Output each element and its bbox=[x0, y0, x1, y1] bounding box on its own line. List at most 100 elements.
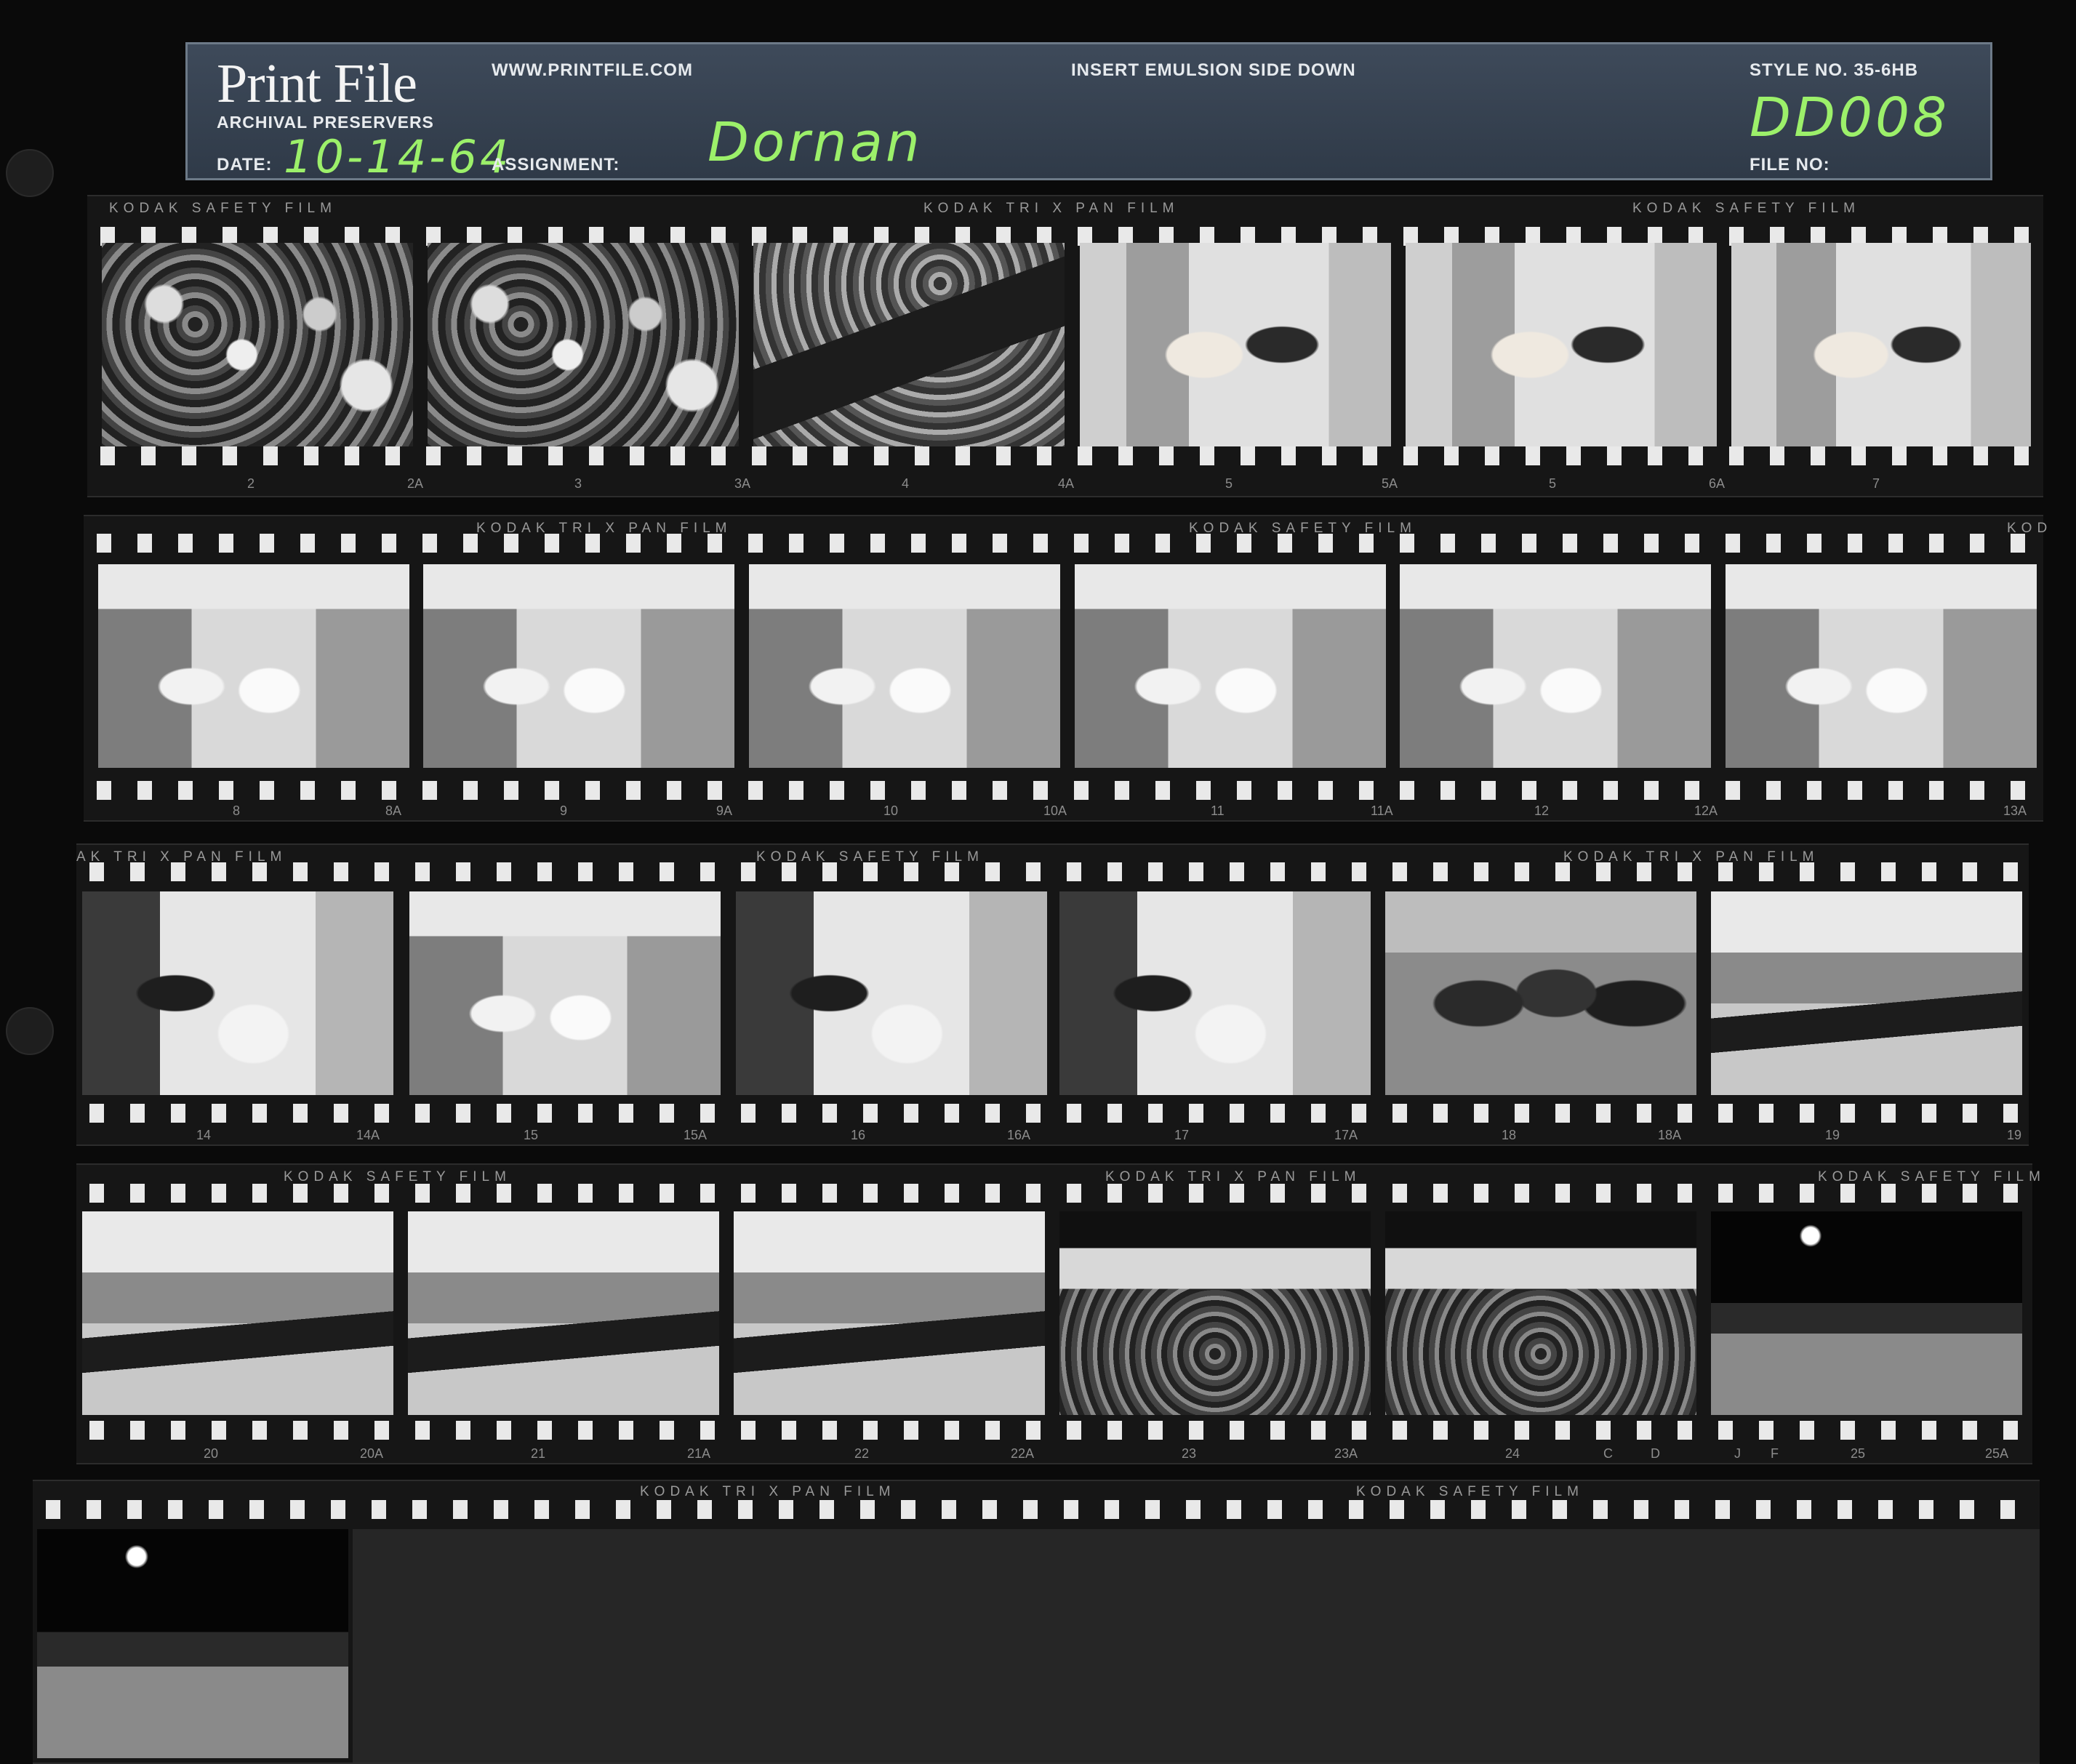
photo-frame bbox=[753, 243, 1065, 446]
printfile-header: Print File ARCHIVAL PRESERVERS WWW.PRINT… bbox=[185, 42, 1992, 183]
website-label: WWW.PRINTFILE.COM bbox=[492, 60, 693, 80]
sprocket-row bbox=[76, 1104, 2029, 1123]
photo-frame bbox=[1731, 243, 2031, 446]
frame-number: 22 bbox=[854, 1446, 870, 1461]
frame-number: 4 bbox=[902, 476, 910, 491]
frame-number: 19 bbox=[2007, 1128, 2022, 1142]
frame-number: 9A bbox=[716, 803, 733, 818]
frame-number: 5 bbox=[1225, 476, 1233, 491]
unexposed-film bbox=[353, 1529, 2040, 1763]
style-number: STYLE NO. 35-6HB bbox=[1750, 60, 1919, 80]
photo-frame bbox=[1080, 243, 1391, 446]
frame-number: 12 bbox=[1534, 803, 1550, 818]
frame-number: 24 bbox=[1505, 1446, 1520, 1461]
frame-number: 25A bbox=[1985, 1446, 2009, 1461]
frame-number: 23A bbox=[1334, 1446, 1358, 1461]
frame-number: 11A bbox=[1371, 803, 1393, 818]
frame-number: 17A bbox=[1334, 1128, 1358, 1142]
edge-print: KODAK TRI X PAN FILM bbox=[923, 201, 1179, 216]
emulsion-instruction: INSERT EMULSION SIDE DOWN bbox=[1071, 60, 1356, 80]
photo-frame bbox=[734, 1211, 1045, 1415]
frame-number: 18A bbox=[1658, 1128, 1682, 1142]
logo-text: Print File bbox=[217, 53, 417, 114]
edge-print: AK TRI X PAN FILM bbox=[76, 849, 287, 865]
photo-frame bbox=[409, 891, 721, 1095]
frame-number: 5A bbox=[1382, 476, 1398, 491]
sprocket-row bbox=[76, 1184, 2032, 1203]
photo-frame bbox=[428, 243, 739, 446]
photo-frame bbox=[1059, 1211, 1371, 1415]
frame-number: 15 bbox=[524, 1128, 539, 1142]
frame-number: 22A bbox=[1011, 1446, 1035, 1461]
frame-number: 21 bbox=[531, 1446, 546, 1461]
frame-number: 2 bbox=[247, 476, 255, 491]
photo-frame bbox=[1711, 1211, 2022, 1415]
frame-number: C bbox=[1603, 1446, 1613, 1461]
edge-print: KODAK TRI X PAN FILM bbox=[1563, 849, 1819, 865]
frame-number: 12A bbox=[1694, 803, 1718, 818]
photo-frame bbox=[1711, 891, 2022, 1095]
frame-number: J bbox=[1734, 1446, 1741, 1461]
photo-frame bbox=[749, 564, 1060, 768]
date-value: 10-14-64 bbox=[284, 130, 512, 183]
sprocket-row bbox=[33, 1500, 2040, 1519]
frame-number: 13A bbox=[2003, 803, 2027, 818]
photo-frame bbox=[1385, 891, 1696, 1095]
sprocket-row bbox=[76, 1421, 2032, 1440]
photo-frame bbox=[1385, 1211, 1696, 1415]
edge-print: KODAK TRI X PAN FILM bbox=[640, 1484, 896, 1499]
binder-hole bbox=[6, 149, 54, 197]
film-strip-3: AK TRI X PAN FILM KODAK SAFETY FILM KODA… bbox=[76, 843, 2029, 1146]
photo-frame bbox=[82, 1211, 393, 1415]
assignment-label: ASSIGNMENT: bbox=[492, 155, 620, 175]
printfile-logo: Print File ARCHIVAL PRESERVERS bbox=[217, 56, 434, 132]
photo-frame bbox=[1400, 564, 1711, 768]
frame-number: 16 bbox=[851, 1128, 866, 1142]
frame-number: 11 bbox=[1211, 803, 1225, 818]
frame-number: 16A bbox=[1007, 1128, 1031, 1142]
edge-print: KODAK SAFETY FILM bbox=[284, 1169, 511, 1184]
photo-frame bbox=[102, 243, 413, 446]
photo-frame bbox=[1075, 564, 1386, 768]
edge-print: KODAK SAFETY FILM bbox=[1189, 521, 1416, 536]
frame-number: 15A bbox=[684, 1128, 708, 1142]
frame-number: 8 bbox=[233, 803, 241, 818]
sprocket-row bbox=[84, 534, 2043, 553]
frame-number: 10A bbox=[1043, 803, 1067, 818]
photo-frame bbox=[1726, 564, 2037, 768]
frame-number: 4A bbox=[1058, 476, 1075, 491]
photo-frame bbox=[1059, 891, 1371, 1095]
file-number-label: FILE NO: bbox=[1750, 155, 1830, 175]
edge-print: KODAK SAFETY FILM bbox=[1356, 1484, 1584, 1499]
frame-number: 14 bbox=[196, 1128, 212, 1142]
edge-print: KODAK SAFETY FILM bbox=[756, 849, 984, 865]
edge-print: KODAK TRI X PAN FILM bbox=[1105, 1169, 1361, 1184]
film-strip-5: KODAK TRI X PAN FILM KODAK SAFETY FILM bbox=[33, 1480, 2040, 1764]
frame-number: 14A bbox=[356, 1128, 380, 1142]
edge-print: KODAK TRI X PAN FILM bbox=[476, 521, 732, 536]
frame-number: 6A bbox=[1709, 476, 1726, 491]
photo-frame bbox=[423, 564, 734, 768]
photo-frame bbox=[98, 564, 409, 768]
edge-print: KODAK SAFETY FILM bbox=[109, 201, 337, 216]
frame-number: 7 bbox=[1872, 476, 1880, 491]
assignment-value: Dornan bbox=[708, 111, 923, 174]
frame-number: 17 bbox=[1174, 1128, 1190, 1142]
frame-number: 9 bbox=[560, 803, 568, 818]
photo-frame bbox=[736, 891, 1047, 1095]
edge-print: KODAK SAFETY FILM bbox=[1818, 1169, 2045, 1184]
file-number-value: DD008 bbox=[1750, 87, 1950, 149]
photo-frame bbox=[408, 1211, 719, 1415]
sprocket-row bbox=[87, 446, 2043, 465]
frame-number: 25 bbox=[1851, 1446, 1866, 1461]
edge-print: KODAK SAFETY FILM bbox=[1632, 201, 1860, 216]
edge-print: KOD bbox=[2007, 521, 2053, 536]
photo-frame bbox=[1406, 243, 1717, 446]
frame-number: 3A bbox=[734, 476, 751, 491]
frame-number: 21A bbox=[687, 1446, 711, 1461]
frame-number: 19 bbox=[1825, 1128, 1840, 1142]
frame-number: 5 bbox=[1549, 476, 1557, 491]
logo-subtitle: ARCHIVAL PRESERVERS bbox=[217, 113, 434, 132]
photo-frame bbox=[37, 1529, 348, 1758]
frame-number: 23 bbox=[1182, 1446, 1197, 1461]
